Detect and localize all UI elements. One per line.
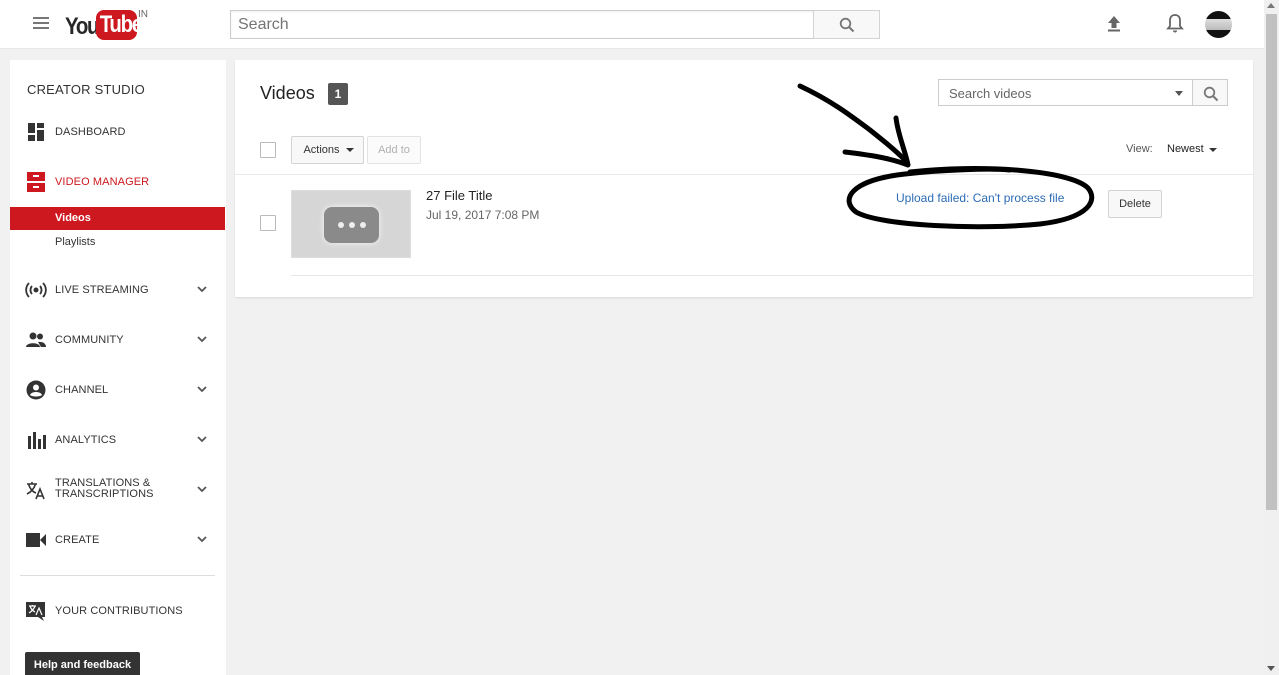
community-icon [26,332,46,347]
notifications-bell-icon[interactable] [1165,13,1185,35]
sidebar-item-live-streaming[interactable]: LIVE STREAMING [10,276,226,304]
contributions-icon [26,602,45,621]
actions-dropdown-button[interactable]: Actions [291,136,364,164]
search-videos-button[interactable] [1192,79,1228,106]
page-title: Videos [260,83,315,103]
video-manager-panel: Videos 1 Search videos Actions Add to Vi… [235,60,1253,297]
upload-failed-status-link[interactable]: Upload failed: Can't process file [896,191,1064,205]
logo-country-code: IN [138,9,148,20]
view-label: View: [1126,143,1153,155]
channel-icon [26,380,46,400]
caret-down-icon[interactable] [1209,148,1217,152]
actions-label: Actions [303,144,340,156]
search-button[interactable] [813,10,880,39]
header-divider [235,174,1253,175]
scroll-down-arrow-icon[interactable] [1267,666,1275,671]
sidebar-item-label: COMMUNITY [55,334,124,346]
sidebar-item-label: YOUR CONTRIBUTIONS [55,605,183,617]
row-divider [291,275,1253,276]
processing-dots-icon [324,207,379,243]
select-all-checkbox[interactable] [260,142,276,158]
add-to-button[interactable]: Add to [367,136,421,164]
sidebar-item-community[interactable]: COMMUNITY [10,326,226,354]
search-icon [1203,86,1219,102]
logo-tube-badge: Tube [96,10,143,40]
chevron-down-icon[interactable] [197,484,207,494]
sidebar-subitem-label: Playlists [55,236,96,248]
video-date: Jul 19, 2017 7:08 PM [426,208,540,222]
search-videos-input[interactable]: Search videos [938,79,1193,106]
sidebar-item-label: TRANSLATIONS & TRANSCRIPTIONS [55,478,154,500]
chevron-down-icon[interactable] [197,284,207,294]
hamburger-menu-icon[interactable] [33,17,49,31]
scroll-thumb[interactable] [1266,14,1277,510]
logo-you-text: You [65,13,99,40]
sort-view-dropdown[interactable]: Newest [1167,143,1204,155]
delete-button[interactable]: Delete [1108,190,1162,218]
masthead: You Tube IN [0,0,1264,49]
sidebar-item-dashboard[interactable]: DASHBOARD [10,118,226,146]
sidebar-item-label: LIVE STREAMING [55,284,149,296]
live-streaming-icon [25,282,47,298]
sidebar-item-translations[interactable]: TRANSLATIONS & TRANSCRIPTIONS [10,476,226,504]
sidebar-item-label-line2: TRANSCRIPTIONS [55,488,154,500]
video-title-link[interactable]: 27 File Title [426,188,492,203]
creator-studio-title: CREATOR STUDIO [27,82,145,97]
page-scrollbar[interactable] [1264,0,1279,675]
logo-tube-text: Tube [99,11,143,38]
sidebar-item-label: DASHBOARD [55,126,126,138]
sidebar-item-channel[interactable]: CHANNEL [10,376,226,404]
sidebar-subitem-playlists[interactable]: Playlists [10,231,225,254]
sidebar-item-label: CHANNEL [55,384,109,396]
sidebar-item-label: VIDEO MANAGER [55,176,150,188]
scroll-up-arrow-icon[interactable] [1267,3,1275,8]
upload-icon[interactable] [1104,14,1124,34]
sidebar-item-your-contributions[interactable]: YOUR CONTRIBUTIONS [10,597,226,625]
sidebar-subitem-label: Videos [55,212,91,224]
chevron-down-icon[interactable] [197,434,207,444]
video-row-checkbox[interactable] [260,215,276,231]
search-options-caret-icon[interactable] [1175,91,1183,96]
chevron-down-icon[interactable] [197,534,207,544]
video-count-badge: 1 [328,83,348,105]
create-icon [26,533,46,547]
translate-icon [26,482,45,500]
account-avatar[interactable] [1205,11,1232,38]
video-manager-icon [27,172,45,192]
sidebar-divider [20,575,215,576]
search-videos-placeholder: Search videos [949,86,1032,101]
search-input[interactable] [230,10,814,39]
help-and-feedback-button[interactable]: Help and feedback [25,652,140,675]
analytics-icon [28,432,46,449]
sidebar-item-label: CREATE [55,534,100,546]
sidebar-item-label: ANALYTICS [55,434,117,446]
dashboard-icon [28,123,44,141]
creator-studio-sidebar: CREATOR STUDIO DASHBOARD VIDEO MANAGER V… [10,60,226,675]
chevron-down-icon[interactable] [197,334,207,344]
video-thumbnail[interactable] [291,190,411,258]
sidebar-item-video-manager[interactable]: VIDEO MANAGER [10,168,226,196]
sidebar-subitem-videos[interactable]: Videos [10,207,225,230]
sidebar-item-analytics[interactable]: ANALYTICS [10,426,226,454]
caret-down-icon [346,148,354,152]
sidebar-item-create[interactable]: CREATE [10,526,226,554]
search-icon [839,17,855,33]
chevron-down-icon[interactable] [197,384,207,394]
